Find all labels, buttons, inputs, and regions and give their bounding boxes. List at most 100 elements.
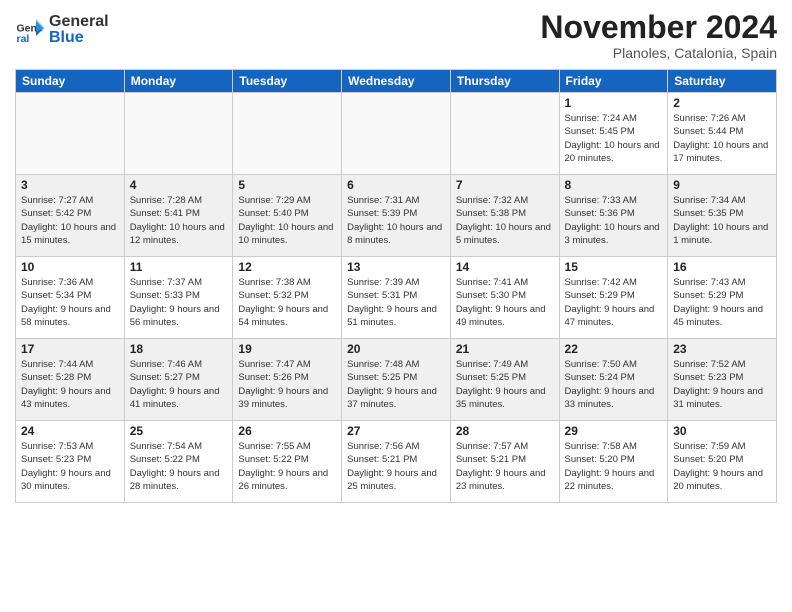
day-info: Sunrise: 7:42 AMSunset: 5:29 PMDaylight:… [565,276,663,329]
day-number: 19 [238,342,336,356]
calendar-day: 15 Sunrise: 7:42 AMSunset: 5:29 PMDayligh… [559,257,668,339]
calendar-day [233,93,342,175]
calendar-header-row: Sunday Monday Tuesday Wednesday Thursday… [16,70,777,93]
day-info: Sunrise: 7:47 AMSunset: 5:26 PMDaylight:… [238,358,336,411]
calendar-day: 23Sunrise: 7:52 AMSunset: 5:23 PMDayligh… [668,339,777,421]
calendar-week-3: 17 Sunrise: 7:44 AMSunset: 5:28 PMDayligh… [16,339,777,421]
day-info: Sunrise: 7:54 AMSunset: 5:22 PMDaylight:… [130,440,228,493]
day-number: 18 [130,342,228,356]
col-wednesday: Wednesday [342,70,451,93]
calendar-day: 16 Sunrise: 7:43 AMSunset: 5:29 PMDayligh… [668,257,777,339]
day-number: 29 [565,424,663,438]
day-info: Sunrise: 7:58 AMSunset: 5:20 PMDaylight:… [565,440,663,493]
calendar-day: 26 Sunrise: 7:55 AMSunset: 5:22 PMDayligh… [233,421,342,503]
month-title: November 2024 [540,10,777,45]
logo-general: General [49,14,109,30]
calendar-day: 13Sunrise: 7:39 AMSunset: 5:31 PMDayligh… [342,257,451,339]
calendar-day: 27 Sunrise: 7:56 AMSunset: 5:21 PMDayligh… [342,421,451,503]
day-number: 22 [565,342,663,356]
day-number: 16 [673,260,771,274]
day-number: 17 [21,342,119,356]
day-number: 14 [456,260,554,274]
day-info: Sunrise: 7:34 AMSunset: 5:35 PMDaylight:… [673,194,771,247]
calendar-day: 12 Sunrise: 7:38 AMSunset: 5:32 PMDayligh… [233,257,342,339]
calendar-day: 17 Sunrise: 7:44 AMSunset: 5:28 PMDayligh… [16,339,125,421]
day-number: 3 [21,178,119,192]
calendar-day: 6 Sunrise: 7:31 AMSunset: 5:39 PMDaylight… [342,175,451,257]
day-info: Sunrise: 7:28 AMSunset: 5:41 PMDaylight:… [130,194,228,247]
day-number: 4 [130,178,228,192]
calendar-day: 21Sunrise: 7:49 AMSunset: 5:25 PMDayligh… [450,339,559,421]
col-sunday: Sunday [16,70,125,93]
header: Gene ral General Blue November 2024 Plan… [15,10,777,61]
col-monday: Monday [124,70,233,93]
day-info: Sunrise: 7:36 AMSunset: 5:34 PMDaylight:… [21,276,119,329]
calendar-day [16,93,125,175]
title-block: November 2024 Planoles, Catalonia, Spain [540,10,777,61]
day-info: Sunrise: 7:41 AMSunset: 5:30 PMDaylight:… [456,276,554,329]
day-number: 7 [456,178,554,192]
day-number: 28 [456,424,554,438]
day-number: 5 [238,178,336,192]
day-number: 27 [347,424,445,438]
calendar-day [450,93,559,175]
day-info: Sunrise: 7:38 AMSunset: 5:32 PMDaylight:… [238,276,336,329]
day-number: 8 [565,178,663,192]
col-friday: Friday [559,70,668,93]
calendar-day: 11 Sunrise: 7:37 AMSunset: 5:33 PMDayligh… [124,257,233,339]
day-info: Sunrise: 7:56 AMSunset: 5:21 PMDaylight:… [347,440,445,493]
day-number: 10 [21,260,119,274]
day-number: 20 [347,342,445,356]
day-info: Sunrise: 7:26 AMSunset: 5:44 PMDaylight:… [673,112,771,165]
day-info: Sunrise: 7:59 AMSunset: 5:20 PMDaylight:… [673,440,771,493]
day-info: Sunrise: 7:29 AMSunset: 5:40 PMDaylight:… [238,194,336,247]
day-number: 6 [347,178,445,192]
day-number: 21 [456,342,554,356]
day-info: Sunrise: 7:27 AMSunset: 5:42 PMDaylight:… [21,194,119,247]
calendar-day: 30 Sunrise: 7:59 AMSunset: 5:20 PMDayligh… [668,421,777,503]
calendar-day: 28Sunrise: 7:57 AMSunset: 5:21 PMDayligh… [450,421,559,503]
day-info: Sunrise: 7:37 AMSunset: 5:33 PMDaylight:… [130,276,228,329]
col-tuesday: Tuesday [233,70,342,93]
day-info: Sunrise: 7:43 AMSunset: 5:29 PMDaylight:… [673,276,771,329]
calendar-day: 4 Sunrise: 7:28 AMSunset: 5:41 PMDaylight… [124,175,233,257]
calendar-day: 18 Sunrise: 7:46 AMSunset: 5:27 PMDayligh… [124,339,233,421]
day-number: 26 [238,424,336,438]
calendar-day: 10 Sunrise: 7:36 AMSunset: 5:34 PMDayligh… [16,257,125,339]
day-info: Sunrise: 7:32 AMSunset: 5:38 PMDaylight:… [456,194,554,247]
col-thursday: Thursday [450,70,559,93]
day-number: 13 [347,260,445,274]
logo-blue: Blue [49,30,109,46]
day-number: 25 [130,424,228,438]
logo-icon: Gene ral [15,15,45,45]
day-info: Sunrise: 7:53 AMSunset: 5:23 PMDaylight:… [21,440,119,493]
day-number: 1 [565,96,663,110]
day-info: Sunrise: 7:31 AMSunset: 5:39 PMDaylight:… [347,194,445,247]
calendar-day: 3 Sunrise: 7:27 AMSunset: 5:42 PMDaylight… [16,175,125,257]
day-number: 30 [673,424,771,438]
calendar-day: 29 Sunrise: 7:58 AMSunset: 5:20 PMDayligh… [559,421,668,503]
day-info: Sunrise: 7:46 AMSunset: 5:27 PMDaylight:… [130,358,228,411]
calendar-day: 24Sunrise: 7:53 AMSunset: 5:23 PMDayligh… [16,421,125,503]
calendar-day: 2 Sunrise: 7:26 AMSunset: 5:44 PMDaylight… [668,93,777,175]
day-info: Sunrise: 7:55 AMSunset: 5:22 PMDaylight:… [238,440,336,493]
calendar-day: 25 Sunrise: 7:54 AMSunset: 5:22 PMDayligh… [124,421,233,503]
day-number: 2 [673,96,771,110]
calendar-day: 5 Sunrise: 7:29 AMSunset: 5:40 PMDaylight… [233,175,342,257]
calendar-week-4: 24Sunrise: 7:53 AMSunset: 5:23 PMDayligh… [16,421,777,503]
day-number: 15 [565,260,663,274]
calendar-day: 22Sunrise: 7:50 AMSunset: 5:24 PMDayligh… [559,339,668,421]
logo-text: General Blue [49,14,109,46]
calendar-week-0: 1Sunrise: 7:24 AMSunset: 5:45 PMDaylight… [16,93,777,175]
day-number: 12 [238,260,336,274]
day-info: Sunrise: 7:48 AMSunset: 5:25 PMDaylight:… [347,358,445,411]
day-number: 11 [130,260,228,274]
col-saturday: Saturday [668,70,777,93]
calendar-day: 9Sunrise: 7:34 AMSunset: 5:35 PMDaylight… [668,175,777,257]
calendar-day [124,93,233,175]
location: Planoles, Catalonia, Spain [540,45,777,61]
svg-text:ral: ral [17,33,30,45]
page-container: Gene ral General Blue November 2024 Plan… [0,0,792,513]
day-info: Sunrise: 7:44 AMSunset: 5:28 PMDaylight:… [21,358,119,411]
day-number: 23 [673,342,771,356]
